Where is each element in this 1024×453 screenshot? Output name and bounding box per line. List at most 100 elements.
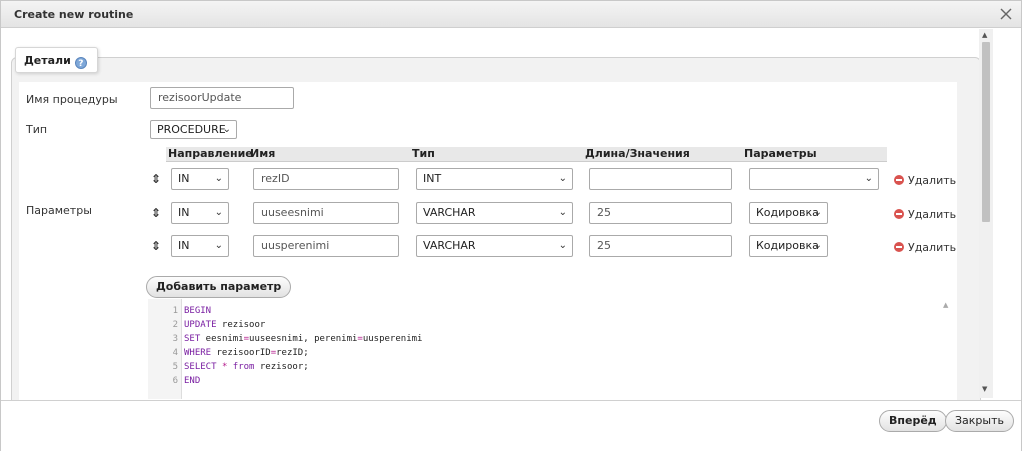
param-options-value: Кодировка <box>756 239 819 252</box>
param-name-input[interactable]: uuseesnimi <box>253 202 399 224</box>
drag-handle-icon[interactable]: ⇕ <box>151 206 161 220</box>
chevron-down-icon: ⌄ <box>222 124 231 135</box>
param-options-select[interactable]: Кодировка ⌄ <box>749 202 828 224</box>
code-line: BEGIN <box>184 304 211 318</box>
code-token: UPDATE <box>184 320 217 330</box>
routine-type-select[interactable]: PROCEDURE ⌄ <box>150 120 237 139</box>
scrollbar-thumb[interactable] <box>982 42 990 222</box>
delete-param-button[interactable]: Удалить <box>894 241 956 254</box>
chevron-down-icon: ⌄ <box>214 240 223 251</box>
add-parameter-button[interactable]: Добавить параметр <box>146 276 292 298</box>
line-number: 1 <box>172 306 178 316</box>
chevron-down-icon: ⌄ <box>558 240 567 251</box>
dialog-footer: Вперёд Закрыть <box>1 400 1021 452</box>
procedure-name-input[interactable]: rezisoorUpdate <box>150 87 294 109</box>
header-direction: Направление <box>168 147 253 160</box>
param-type-value: VARCHAR <box>423 206 476 219</box>
close-icon[interactable] <box>998 6 1014 22</box>
dialog-title: Create new routine <box>14 8 134 21</box>
param-type-select[interactable]: VARCHAR ⌄ <box>416 202 573 224</box>
routine-definition-editor[interactable]: 1 2 3 4 5 6 BEGIN UPDATE rezisoor SET ee… <box>148 299 956 399</box>
direction-value: IN <box>178 239 190 252</box>
code-token: eesnimi <box>200 334 244 344</box>
chevron-down-icon: ⌄ <box>214 173 223 184</box>
forward-button[interactable]: Вперёд <box>879 410 947 432</box>
line-number: 5 <box>172 362 178 372</box>
code-token: rezID; <box>276 348 309 358</box>
code-line: SET eesnimi=uuseesnimi, perenimi=uuspere… <box>184 332 422 346</box>
param-name-input[interactable]: uusperenimi <box>253 235 399 257</box>
drag-handle-icon[interactable]: ⇕ <box>151 239 161 253</box>
direction-value: IN <box>178 206 190 219</box>
chevron-down-icon: ⌄ <box>813 207 822 218</box>
code-token: rezisoor <box>216 320 266 330</box>
header-name: Имя <box>250 147 276 160</box>
close-button[interactable]: Закрыть <box>945 410 1014 432</box>
line-number: 3 <box>172 334 178 344</box>
line-number: 2 <box>172 320 178 330</box>
code-token: from <box>232 362 255 372</box>
delete-param-button[interactable]: Удалить <box>894 174 956 187</box>
params-table-header: Направление Имя Тип Длина/Значения Парам… <box>166 147 887 162</box>
drag-handle-icon[interactable]: ⇕ <box>151 172 161 186</box>
param-name-input[interactable]: rezID <box>253 168 399 190</box>
param-type-value: VARCHAR <box>423 239 476 252</box>
param-type-select[interactable]: VARCHAR ⌄ <box>416 235 573 257</box>
scroll-up-icon[interactable]: ▲ <box>982 31 987 39</box>
delete-label: Удалить <box>908 174 957 187</box>
chevron-down-icon: ⌄ <box>558 173 567 184</box>
remove-icon <box>894 175 904 185</box>
code-line: WHERE rezisoorID=rezID; <box>184 346 309 360</box>
dialog-content[interactable]: Детали? Имя процедуры rezisoorUpdate Тип… <box>1 29 1021 400</box>
dialog-scrollbar[interactable]: ▲ ▼ <box>979 29 993 398</box>
remove-icon <box>894 242 904 252</box>
scroll-down-icon[interactable]: ▼ <box>982 385 987 393</box>
param-length-input[interactable]: 25 <box>589 202 732 224</box>
code-token: END <box>184 376 201 386</box>
header-length: Длина/Значения <box>585 147 690 160</box>
editor-scroll-up-icon[interactable]: ▲ <box>943 301 948 309</box>
header-options: Параметры <box>744 147 817 160</box>
direction-select[interactable]: IN ⌄ <box>171 235 229 257</box>
param-length-input[interactable] <box>589 168 732 190</box>
code-token: SELECT <box>184 362 217 372</box>
code-token: WHERE <box>184 348 212 358</box>
line-number: 6 <box>172 376 178 386</box>
delete-label: Удалить <box>908 241 957 254</box>
direction-select[interactable]: IN ⌄ <box>171 202 229 224</box>
code-token: rezisoor; <box>254 362 309 372</box>
code-token: BEGIN <box>184 306 212 316</box>
parameters-label: Параметры <box>26 204 92 217</box>
tab-details-label: Детали <box>24 54 71 67</box>
direction-value: IN <box>178 172 190 185</box>
code-line: SELECT * from rezisoor; <box>184 360 309 374</box>
delete-param-button[interactable]: Удалить <box>894 208 956 221</box>
direction-select[interactable]: IN ⌄ <box>171 168 229 190</box>
param-type-select[interactable]: INT ⌄ <box>416 168 573 190</box>
code-line: END <box>184 374 200 388</box>
dialog-titlebar: Create new routine <box>1 1 1021 28</box>
param-options-select[interactable]: Кодировка ⌄ <box>749 235 828 257</box>
type-label: Тип <box>26 123 48 136</box>
chevron-down-icon: ⌄ <box>214 207 223 218</box>
param-length-input[interactable]: 25 <box>589 235 732 257</box>
param-type-value: INT <box>423 172 442 185</box>
code-token: uusperenimi <box>362 334 423 344</box>
code-token: uuseesnimi, perenimi <box>249 334 358 344</box>
chevron-down-icon: ⌄ <box>813 240 822 251</box>
code-line: UPDATE rezisoor <box>184 318 265 332</box>
param-options-select[interactable]: ⌄ <box>749 168 879 190</box>
chevron-down-icon: ⌄ <box>864 173 873 184</box>
tab-details[interactable]: Детали? <box>15 47 98 73</box>
help-icon[interactable]: ? <box>74 57 87 69</box>
procedure-name-label: Имя процедуры <box>26 93 118 106</box>
remove-icon <box>894 209 904 219</box>
line-number: 4 <box>172 348 178 358</box>
chevron-down-icon: ⌄ <box>558 207 567 218</box>
code-token: rezisoorID <box>211 348 271 358</box>
create-routine-dialog: Create new routine Детали? Имя процедуры… <box>0 0 1022 452</box>
param-options-value: Кодировка <box>756 206 819 219</box>
code-token: SET <box>184 334 201 344</box>
routine-type-value: PROCEDURE <box>157 123 226 136</box>
header-type: Тип <box>412 147 435 160</box>
